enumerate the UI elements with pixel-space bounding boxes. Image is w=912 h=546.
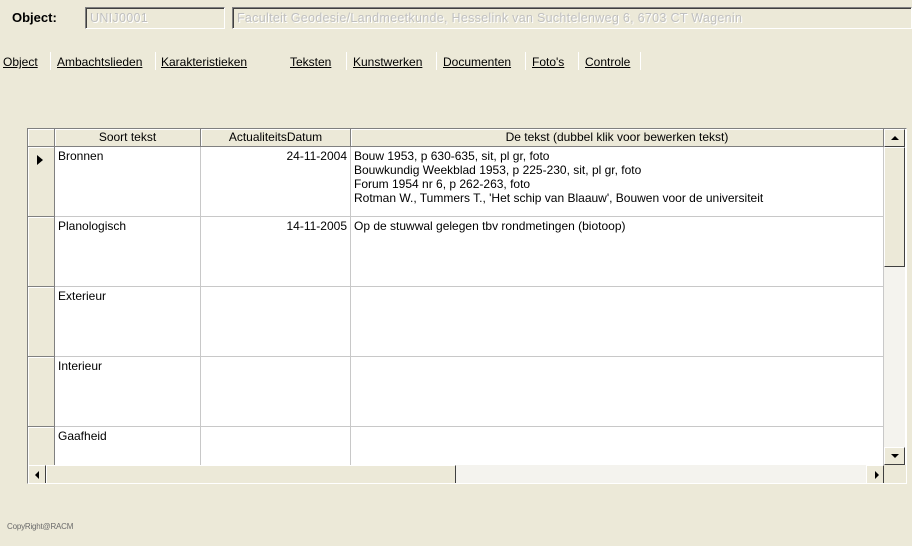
scroll-right-button[interactable] xyxy=(866,465,884,483)
object-header: Object: UNIJ0001 Faculteit Geodesie/Land… xyxy=(0,0,912,46)
teksten-grid[interactable]: Soort tekst ActualiteitsDatum De tekst (… xyxy=(27,128,907,484)
cell-soort-text: Planologisch xyxy=(58,219,127,233)
column-header-tekst[interactable]: De tekst (dubbel klik voor bewerken teks… xyxy=(351,129,884,147)
scrollbar-corner xyxy=(884,465,906,483)
tab-divider xyxy=(525,52,526,70)
tekst-line: Bouw 1953, p 630-635, sit, pl gr, foto xyxy=(354,149,550,163)
tab-kunstwerken[interactable]: Kunstwerken xyxy=(350,54,425,72)
cell-datum[interactable]: 14-11-2005 xyxy=(201,217,351,287)
tab-divider xyxy=(346,52,347,70)
row-selector[interactable] xyxy=(28,357,55,427)
horizontal-scroll-thumb[interactable] xyxy=(46,465,456,483)
cell-tekst[interactable] xyxy=(351,357,884,427)
tab-divider xyxy=(436,52,437,70)
arrow-up-icon xyxy=(891,136,899,140)
cell-soort-text: Interieur xyxy=(58,359,103,373)
cell-soort[interactable]: Interieur xyxy=(55,357,201,427)
tab-divider xyxy=(640,52,641,70)
tab-fotos-label: Foto's xyxy=(532,55,565,69)
cell-datum[interactable] xyxy=(201,287,351,357)
tab-karakteristieken[interactable]: Karakteristieken xyxy=(158,54,250,72)
tab-object[interactable]: Object xyxy=(0,54,41,72)
tab-ambachtslieden-label: Ambachtslieden xyxy=(57,55,143,69)
scroll-left-button[interactable] xyxy=(28,465,46,483)
cell-datum[interactable] xyxy=(201,357,351,427)
tab-controle[interactable]: Controle xyxy=(582,54,633,72)
tab-karakteristieken-label: Karakteristieken xyxy=(161,55,248,69)
arrow-right-icon xyxy=(875,471,879,479)
tab-teksten[interactable]: Teksten xyxy=(287,54,334,72)
vertical-scrollbar[interactable] xyxy=(884,129,905,465)
horizontal-scrollbar[interactable] xyxy=(28,465,884,483)
tekst-line: Rotman W., Tummers T., 'Het schip van Bl… xyxy=(354,191,764,205)
tab-divider xyxy=(155,52,156,70)
tab-ambachtslieden[interactable]: Ambachtslieden xyxy=(54,54,145,72)
column-header-actualiteitsdatum[interactable]: ActualiteitsDatum xyxy=(201,129,351,147)
object-description-field[interactable]: Faculteit Geodesie/Landmeetkunde, Hessel… xyxy=(232,7,912,29)
cell-datum-text: 24-11-2004 xyxy=(286,149,348,163)
cell-tekst[interactable] xyxy=(351,287,884,357)
row-selector[interactable] xyxy=(28,287,55,357)
tab-object-label: Object xyxy=(3,55,38,69)
tab-teksten-label: Teksten xyxy=(290,55,332,69)
column-header-soort-tekst[interactable]: Soort tekst xyxy=(55,129,201,147)
object-id-field[interactable]: UNIJ0001 xyxy=(85,7,225,29)
row-selector[interactable] xyxy=(28,217,55,287)
cell-datum[interactable]: 24-11-2004 xyxy=(201,147,351,217)
tekst-line: Forum 1954 nr 6, p 262-263, foto xyxy=(354,177,531,191)
cell-soort[interactable]: Planologisch xyxy=(55,217,201,287)
tab-fotos[interactable]: Foto's xyxy=(529,54,567,72)
cell-soort-text: Gaafheid xyxy=(58,429,107,443)
tekst-line: Op de stuwwal gelegen tbv rondmetingen (… xyxy=(354,219,626,233)
scroll-down-button[interactable] xyxy=(884,447,905,465)
copyright-text: CopyRight@RACM xyxy=(7,522,74,531)
tab-bar: Object Ambachtslieden Karakteristieken T… xyxy=(0,50,912,72)
cell-tekst[interactable]: Op de stuwwal gelegen tbv rondmetingen (… xyxy=(351,217,884,287)
cell-soort[interactable]: Exterieur xyxy=(55,287,201,357)
tab-kunstwerken-label: Kunstwerken xyxy=(353,55,423,69)
cell-soort-text: Bronnen xyxy=(58,149,104,163)
tab-controle-label: Controle xyxy=(585,55,631,69)
vertical-scroll-thumb[interactable] xyxy=(884,147,905,267)
cell-soort[interactable]: Bronnen xyxy=(55,147,201,217)
cell-datum-text: 14-11-2005 xyxy=(286,219,348,233)
tab-divider xyxy=(578,52,579,70)
tab-documenten[interactable]: Documenten xyxy=(440,54,514,72)
row-selector[interactable] xyxy=(28,147,55,217)
arrow-left-icon xyxy=(35,471,39,479)
arrow-down-icon xyxy=(891,454,899,458)
cell-tekst[interactable]: Bouw 1953, p 630-635, sit, pl gr, foto B… xyxy=(351,147,884,217)
cell-soort-text: Exterieur xyxy=(58,289,107,303)
tab-divider xyxy=(50,52,51,70)
current-row-arrow-icon xyxy=(37,155,43,165)
grid-corner[interactable] xyxy=(28,129,55,147)
tab-documenten-label: Documenten xyxy=(443,55,512,69)
object-label: Object: xyxy=(12,10,57,25)
tekst-line: Bouwkundig Weekblad 1953, p 225-230, sit… xyxy=(354,163,880,177)
tekst-line-text: Bouwkundig Weekblad 1953, p 225-230, sit… xyxy=(354,163,642,177)
scroll-up-button[interactable] xyxy=(884,129,905,147)
